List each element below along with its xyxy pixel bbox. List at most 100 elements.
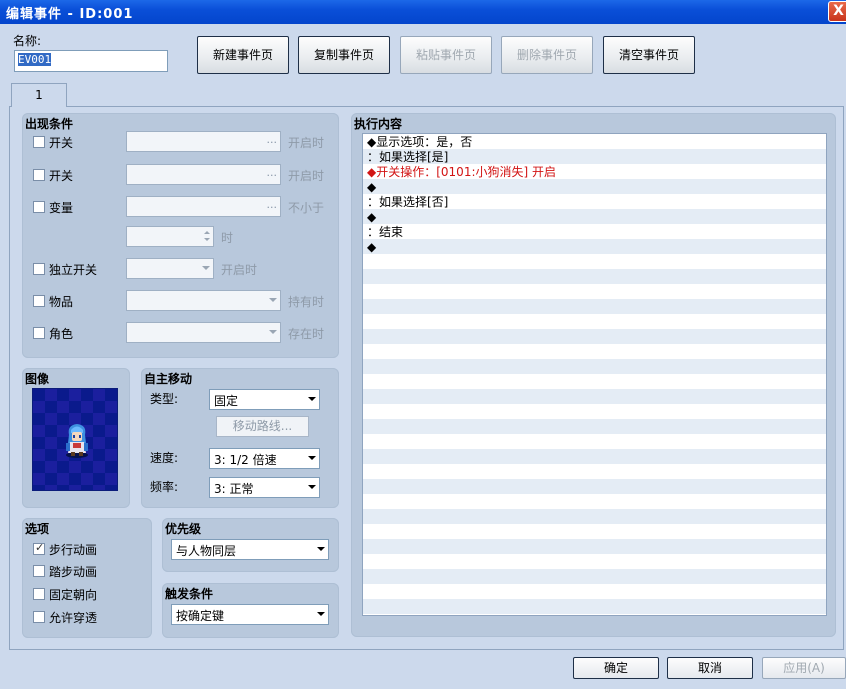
command-line[interactable]: ：如果选择[否] — [367, 195, 448, 210]
options-panel: 选项 步行动画 踏步动画 固定朝向 允许穿透 — [22, 518, 152, 638]
self-switch-checkbox[interactable] — [33, 263, 45, 275]
image-title: 图像 — [25, 372, 50, 386]
command-line[interactable]: ◆显示选项：是，否 — [367, 135, 472, 150]
priority-panel: 优先级 与人物同层 — [162, 518, 339, 572]
contents-panel: 执行内容 ◆显示选项：是，否 ：如果选择[是] ◆开关操作：[0101:小狗消失… — [351, 113, 836, 637]
variable-value-stepper[interactable] — [126, 226, 214, 247]
actor-checkbox[interactable] — [33, 327, 45, 339]
options-title: 选项 — [25, 522, 50, 536]
spin-up-icon[interactable] — [204, 231, 210, 234]
command-line[interactable]: ：如果选择[是] — [367, 150, 448, 165]
name-input[interactable]: EV001 — [14, 50, 168, 72]
switch1-field[interactable]: ... — [126, 131, 281, 152]
new-page-button[interactable]: 新建事件页 — [197, 36, 289, 74]
item-label: 物品 — [49, 295, 74, 309]
conditions-title: 出现条件 — [25, 117, 74, 131]
direction-fix-checkbox[interactable] — [33, 588, 45, 600]
walk-anim-label: 步行动画 — [49, 543, 98, 557]
command-line[interactable]: ◆ — [367, 240, 376, 255]
chevron-down-icon — [308, 397, 316, 401]
variable-field[interactable]: ... — [126, 196, 281, 217]
freq-label: 频率: — [150, 480, 179, 494]
variable-checkbox[interactable] — [33, 201, 45, 213]
tab-page-1[interactable]: 1 — [11, 83, 67, 107]
priority-select[interactable]: 与人物同层 — [171, 539, 329, 560]
cancel-button[interactable]: 取消 — [667, 657, 753, 679]
move-type-value: 固定 — [214, 394, 239, 408]
switch1-browse-icon[interactable]: ... — [267, 133, 278, 146]
character-sprite-icon — [66, 424, 88, 458]
window-title-bar: 编辑事件 - ID:001 X — [0, 0, 846, 24]
actor-label: 角色 — [49, 327, 74, 341]
actor-select[interactable] — [126, 322, 281, 343]
image-panel: 图像 — [22, 368, 130, 508]
through-checkbox[interactable] — [33, 611, 45, 623]
command-line[interactable]: ◆开关操作：[0101:小狗消失] 开启 — [367, 165, 556, 180]
name-label: 名称: — [13, 34, 42, 48]
variable-suffix: 不小于 — [288, 201, 325, 215]
trigger-title: 触发条件 — [165, 587, 214, 601]
conditions-panel: 出现条件 开关 ... 开启时 开关 ... 开启时 变量 ... 不小于 时 … — [22, 113, 339, 358]
close-button[interactable]: X — [828, 1, 846, 22]
variable-spin-suffix: 时 — [221, 231, 234, 245]
event-command-list[interactable]: ◆显示选项：是，否 ：如果选择[是] ◆开关操作：[0101:小狗消失] 开启 … — [362, 133, 827, 616]
contents-title: 执行内容 — [354, 117, 403, 131]
name-input-value: EV001 — [18, 53, 52, 66]
switch1-checkbox[interactable] — [33, 136, 45, 148]
switch2-browse-icon[interactable]: ... — [267, 166, 278, 179]
command-line[interactable]: ：结束 — [367, 225, 403, 240]
speed-label: 速度: — [150, 451, 179, 465]
chevron-down-icon — [308, 456, 316, 460]
step-anim-checkbox[interactable] — [33, 565, 45, 577]
switch2-label: 开关 — [49, 169, 74, 183]
freq-select[interactable]: 3: 正常 — [209, 477, 320, 498]
switch1-label: 开关 — [49, 136, 74, 150]
command-line[interactable]: ◆ — [367, 210, 376, 225]
window-title: 编辑事件 - ID:001 — [6, 7, 134, 22]
speed-select[interactable]: 3: 1/2 倍速 — [209, 448, 320, 469]
variable-browse-icon[interactable]: ... — [267, 198, 278, 211]
autonomous-title: 自主移动 — [144, 372, 193, 386]
chevron-down-icon — [269, 330, 277, 334]
self-switch-label: 独立开关 — [49, 263, 98, 277]
trigger-select[interactable]: 按确定键 — [171, 604, 329, 625]
move-type-label: 类型: — [150, 392, 179, 406]
event-editor-window: 名称: EV001 新建事件页 复制事件页 粘贴事件页 删除事件页 清空事件页 … — [0, 24, 846, 689]
self-switch-select[interactable] — [126, 258, 214, 279]
command-line[interactable]: ◆ — [367, 180, 376, 195]
through-label: 允许穿透 — [49, 611, 98, 625]
self-switch-suffix: 开启时 — [221, 263, 258, 277]
event-graphic[interactable] — [32, 388, 118, 491]
walk-anim-checkbox[interactable] — [33, 541, 45, 555]
direction-fix-label: 固定朝向 — [49, 588, 98, 602]
switch1-suffix: 开启时 — [288, 136, 325, 150]
switch2-checkbox[interactable] — [33, 169, 45, 181]
step-anim-label: 踏步动画 — [49, 565, 98, 579]
chevron-down-icon — [202, 266, 210, 270]
clear-page-button[interactable]: 清空事件页 — [603, 36, 695, 74]
item-checkbox[interactable] — [33, 295, 45, 307]
chevron-down-icon — [317, 547, 325, 551]
copy-page-button[interactable]: 复制事件页 — [298, 36, 390, 74]
chevron-down-icon — [317, 612, 325, 616]
spin-down-icon[interactable] — [204, 238, 210, 241]
autonomous-movement-panel: 自主移动 类型: 固定 移动路线... 速度: 3: 1/2 倍速 频率: 3:… — [141, 368, 339, 508]
chevron-down-icon — [308, 485, 316, 489]
move-route-button[interactable]: 移动路线... — [216, 416, 309, 437]
move-type-select[interactable]: 固定 — [209, 389, 320, 410]
trigger-value: 按确定键 — [176, 609, 225, 623]
variable-label: 变量 — [49, 201, 74, 215]
delete-page-button[interactable]: 删除事件页 — [501, 36, 593, 74]
item-suffix: 持有时 — [288, 295, 325, 309]
switch2-field[interactable]: ... — [126, 164, 281, 185]
speed-value: 3: 1/2 倍速 — [214, 453, 277, 467]
priority-title: 优先级 — [165, 522, 202, 536]
ok-button[interactable]: 确定 — [573, 657, 659, 679]
actor-suffix: 存在时 — [288, 327, 325, 341]
paste-page-button[interactable]: 粘贴事件页 — [400, 36, 492, 74]
apply-button[interactable]: 应用(A) — [762, 657, 846, 679]
freq-value: 3: 正常 — [214, 482, 254, 496]
item-select[interactable] — [126, 290, 281, 311]
chevron-down-icon — [269, 298, 277, 302]
priority-value: 与人物同层 — [176, 544, 237, 558]
